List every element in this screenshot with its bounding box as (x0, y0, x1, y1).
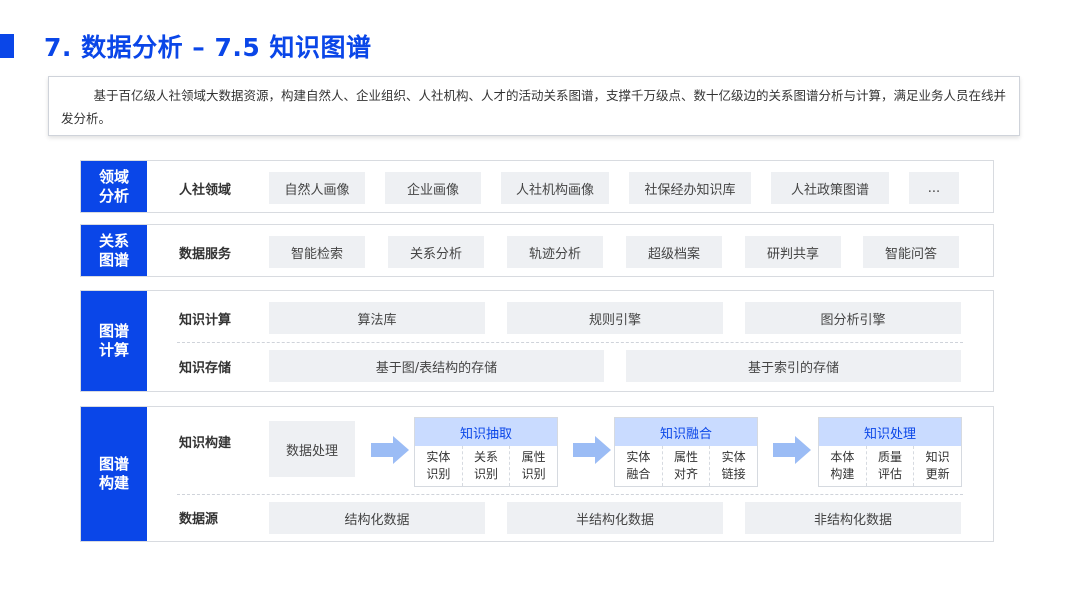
service-item-super-archive: 超级档案 (626, 236, 722, 268)
domain-item-person-profile: 自然人画像 (269, 172, 365, 204)
graph-build-section: 图谱 构建 知识构建 数据处理 知识抽取 实体 识别 关系 识别 属性 识别 知识融合 … (80, 406, 994, 542)
stage-knowledge-extraction: 知识抽取 实体 识别 关系 识别 属性 识别 (414, 417, 558, 487)
storage-item-graph-table: 基于图/表结构的存储 (269, 350, 604, 382)
source-item-semi-structured: 半结构化数据 (507, 502, 723, 534)
service-item-trajectory-analysis: 轨迹分析 (507, 236, 603, 268)
graph-compute-section: 图谱 计算 知识计算 算法库 规则引擎 图分析引擎 知识存储 基于图/表结构的存储… (80, 290, 994, 392)
service-item-smart-qa: 智能问答 (863, 236, 959, 268)
row-label-data-service: 数据服务 (179, 247, 232, 262)
stage-processing-update: 知识 更新 (925, 450, 950, 481)
stage-processing-quality: 质量 评估 (867, 446, 915, 486)
stage-fusion-entity-fusion: 实体 融合 (615, 446, 663, 486)
stage-knowledge-fusion: 知识融合 实体 融合 属性 对齐 实体 链接 (614, 417, 758, 487)
stage-extraction-attribute-recognition: 属性 识别 (521, 450, 546, 481)
stage-fusion-title: 知识融合 (615, 418, 757, 446)
row-label-data-source: 数据源 (179, 512, 219, 527)
row-label-knowledge-build: 知识构建 (179, 436, 232, 451)
page-title: 7. 数据分析 – 7.5 知识图谱 (44, 33, 372, 62)
stage-processing-ontology: 本体 构建 (819, 446, 867, 486)
service-item-relation-analysis: 关系分析 (388, 236, 484, 268)
domain-analysis-section: 领域 分析 人社领域 自然人画像 企业画像 人社机构画像 社保经办知识库 人社政策… (80, 160, 994, 213)
source-item-unstructured: 非结构化数据 (745, 502, 961, 534)
stage-knowledge-processing: 知识处理 本体 构建 质量 评估 知识 更新 (818, 417, 962, 487)
stage-processing-title: 知识处理 (819, 418, 961, 446)
domain-item-social-kb: 社保经办知识库 (629, 172, 751, 204)
service-item-smart-search: 智能检索 (269, 236, 365, 268)
domain-item-agency-profile: 人社机构画像 (501, 172, 609, 204)
stage-extraction-relation-recognition: 关系 识别 (463, 446, 511, 486)
storage-item-index: 基于索引的存储 (626, 350, 961, 382)
compute-item-algorithm-lib: 算法库 (269, 302, 485, 334)
compute-item-graph-engine: 图分析引擎 (745, 302, 961, 334)
flow-arrow-icon (773, 436, 811, 464)
source-item-structured: 结构化数据 (269, 502, 485, 534)
graph-compute-label: 图谱 计算 (81, 291, 147, 391)
compute-item-rule-engine: 规则引擎 (507, 302, 723, 334)
title-accent-bar (0, 34, 14, 58)
stage-fusion-entity-link: 实体 链接 (721, 450, 746, 481)
intro-text-box: 基于百亿级人社领域大数据资源，构建自然人、企业组织、人社机构、人才的活动关系图谱… (48, 76, 1020, 136)
relation-graph-label: 关系 图谱 (81, 225, 147, 276)
build-start-data-processing: 数据处理 (269, 421, 355, 477)
relation-graph-section: 关系 图谱 数据服务 智能检索 关系分析 轨迹分析 超级档案 研判共享 智能问答 (80, 224, 994, 277)
service-item-judgement-share: 研判共享 (745, 236, 841, 268)
graph-build-label: 图谱 构建 (81, 407, 147, 541)
stage-extraction-title: 知识抽取 (415, 418, 557, 446)
domain-item-more: ... (909, 172, 959, 204)
domain-item-enterprise-profile: 企业画像 (385, 172, 481, 204)
domain-analysis-label: 领域 分析 (81, 161, 147, 212)
row-label-knowledge-storage: 知识存储 (179, 361, 232, 376)
domain-item-policy-graph: 人社政策图谱 (771, 172, 889, 204)
stage-extraction-entity-recognition: 实体 识别 (415, 446, 463, 486)
stage-fusion-attribute-align: 属性 对齐 (663, 446, 711, 486)
row-divider (177, 342, 963, 343)
row-divider (177, 494, 963, 495)
row-label-hr-domain: 人社领域 (179, 183, 232, 198)
flow-arrow-icon (573, 436, 611, 464)
flow-arrow-icon (371, 436, 409, 464)
row-label-knowledge-compute: 知识计算 (179, 313, 232, 328)
